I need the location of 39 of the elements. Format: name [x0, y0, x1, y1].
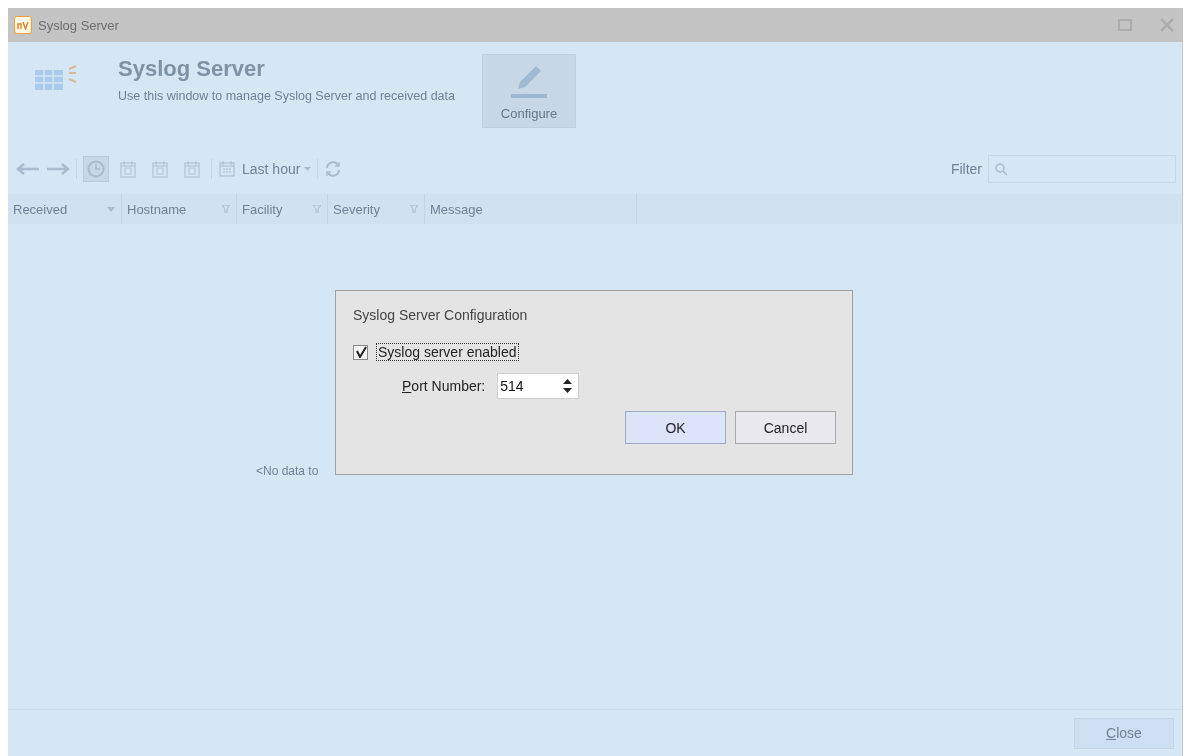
port-label: Port Number: — [402, 378, 486, 394]
filter-label: Filter — [950, 161, 982, 177]
checkbox-label[interactable]: Syslog server enabled — [376, 343, 519, 361]
range-dropdown[interactable]: Last hour — [242, 161, 312, 177]
page-title: Syslog Server — [118, 56, 266, 82]
clock-icon — [87, 160, 105, 178]
filter-field[interactable] — [988, 155, 1176, 183]
calendar-icon — [151, 160, 169, 178]
refresh-icon[interactable] — [324, 160, 343, 178]
column-header[interactable]: Severity — [328, 194, 425, 224]
calendar-icon — [119, 160, 137, 178]
column-header[interactable]: Received — [8, 194, 122, 224]
pencil-icon — [509, 64, 549, 100]
app-logo-icon — [14, 16, 32, 34]
caret-icon — [304, 167, 312, 171]
port-spinbox[interactable]: 514 — [497, 373, 580, 399]
dialog-button[interactable]: OK — [625, 411, 726, 444]
period-button[interactable] — [83, 156, 109, 182]
close-button[interactable]: Close — [1074, 717, 1174, 749]
configure-button[interactable]: Configure — [482, 54, 576, 128]
column-header[interactable]: Message — [425, 194, 637, 224]
empty-table-text: <No data to — [256, 464, 319, 478]
filter-icon — [222, 205, 230, 213]
column-header[interactable]: Hostname — [122, 194, 237, 224]
search-icon — [995, 162, 1008, 176]
forward-arrow-icon[interactable] — [46, 163, 70, 175]
dialog-title: Syslog Server Configuration — [353, 307, 529, 323]
calendar-icon — [218, 160, 236, 178]
page-subtitle: Use this window to manage Syslog Server and received data — [118, 88, 456, 105]
column-header[interactable]: Facility — [237, 194, 328, 224]
spinner-arrows-icon[interactable] — [563, 378, 573, 394]
window-title: Syslog Server — [38, 17, 120, 33]
enabled-checkbox[interactable] — [353, 344, 368, 360]
filter-icon — [410, 205, 418, 213]
calendar-icon — [183, 160, 201, 178]
sort-arrow-icon — [107, 206, 115, 212]
filter-icon — [313, 205, 321, 213]
dialog-button[interactable]: Cancel — [735, 411, 836, 444]
back-arrow-icon[interactable] — [16, 163, 40, 175]
